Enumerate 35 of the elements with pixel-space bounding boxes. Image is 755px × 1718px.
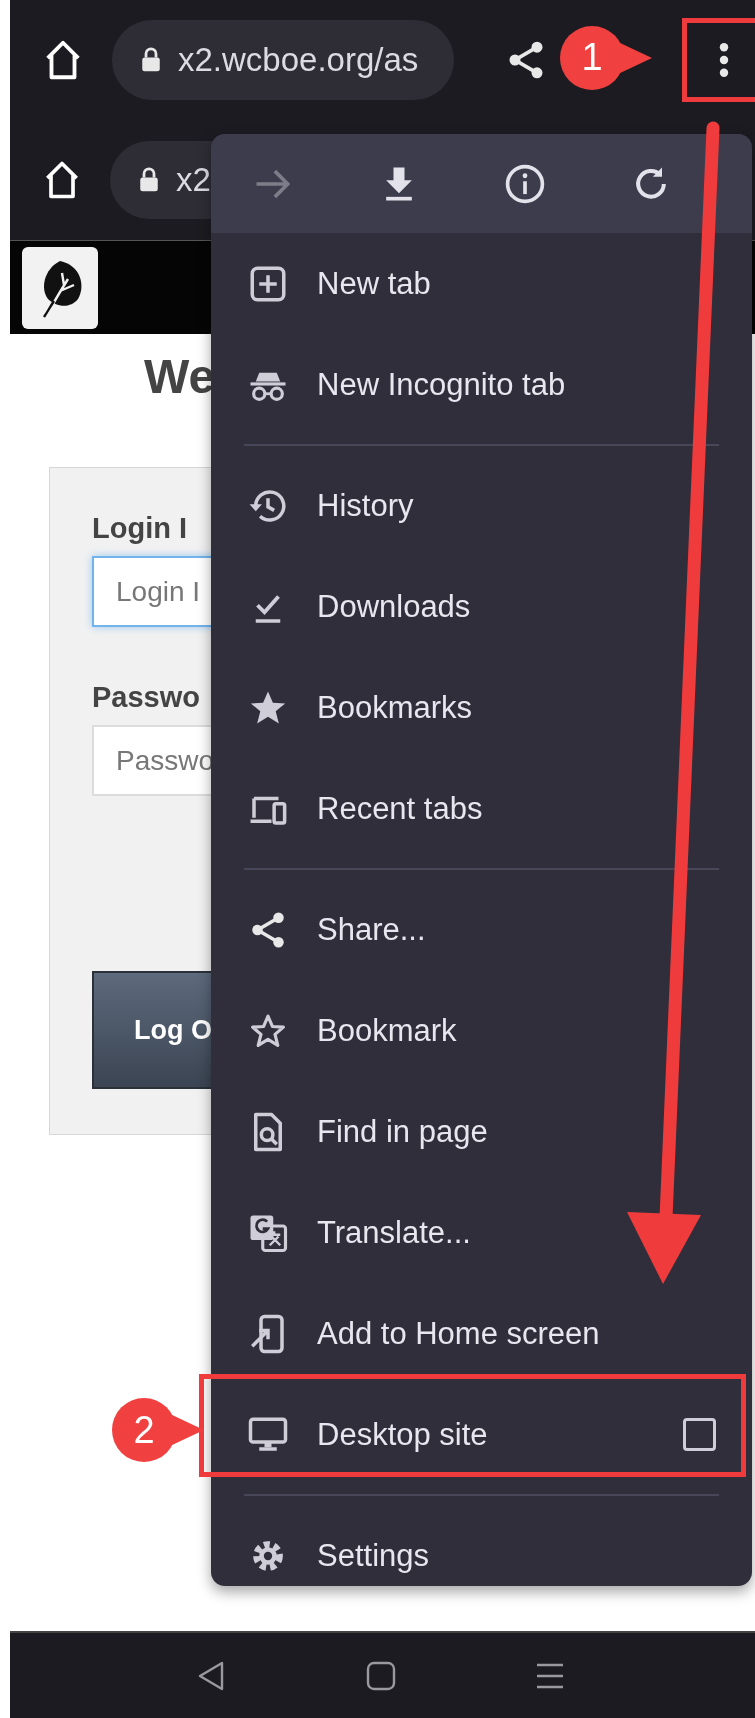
menu-item[interactable]: Translate... <box>211 1182 752 1283</box>
url-text: x2.wcboe.org/as <box>178 40 419 79</box>
menu-item-label: Bookmarks <box>317 689 473 726</box>
menu-item[interactable]: Downloads <box>211 556 752 657</box>
menu-item-label: Recent tabs <box>317 790 483 827</box>
menu-item[interactable]: Settings <box>211 1505 752 1586</box>
menu-item-label: Settings <box>317 1537 429 1574</box>
menu-item[interactable]: Find in page <box>211 1081 752 1182</box>
menu-item[interactable]: New tab <box>211 233 752 334</box>
back-icon[interactable] <box>196 1659 226 1692</box>
menu-item[interactable]: Bookmarks <box>211 657 752 758</box>
url-text: x2 <box>176 160 211 199</box>
address-bar[interactable]: x2.wcboe.org/as <box>112 19 454 100</box>
menu-item[interactable]: History <box>211 455 752 556</box>
menu-item-label: Share... <box>317 911 426 948</box>
menu-item-label: History <box>317 487 414 524</box>
field-label: Passwo <box>92 680 200 715</box>
menu-item-label: Add to Home screen <box>317 1315 600 1352</box>
menu-item[interactable]: Desktop site <box>211 1384 752 1485</box>
menu-item-label: Downloads <box>317 588 471 625</box>
menu-item[interactable]: Bookmark <box>211 980 752 1081</box>
menu-item-label: Find in page <box>317 1113 488 1150</box>
home-button-icon[interactable] <box>366 1660 396 1691</box>
field-label: Login I <box>92 511 188 546</box>
step-badge: 1 <box>560 25 652 90</box>
checkbox[interactable] <box>683 1418 716 1451</box>
recents-icon[interactable] <box>536 1661 564 1690</box>
menu-item[interactable]: Recent tabs <box>211 758 752 859</box>
menu-item-label: Desktop site <box>317 1416 488 1453</box>
menu-item-label: Bookmark <box>317 1012 457 1049</box>
menu-item-label: New Incognito tab <box>317 366 566 403</box>
menu-item-label: New tab <box>317 265 431 302</box>
step-badge: 2 <box>112 1398 204 1462</box>
menu-item[interactable]: Share... <box>211 879 752 980</box>
menu-item-label: Translate... <box>317 1214 471 1251</box>
